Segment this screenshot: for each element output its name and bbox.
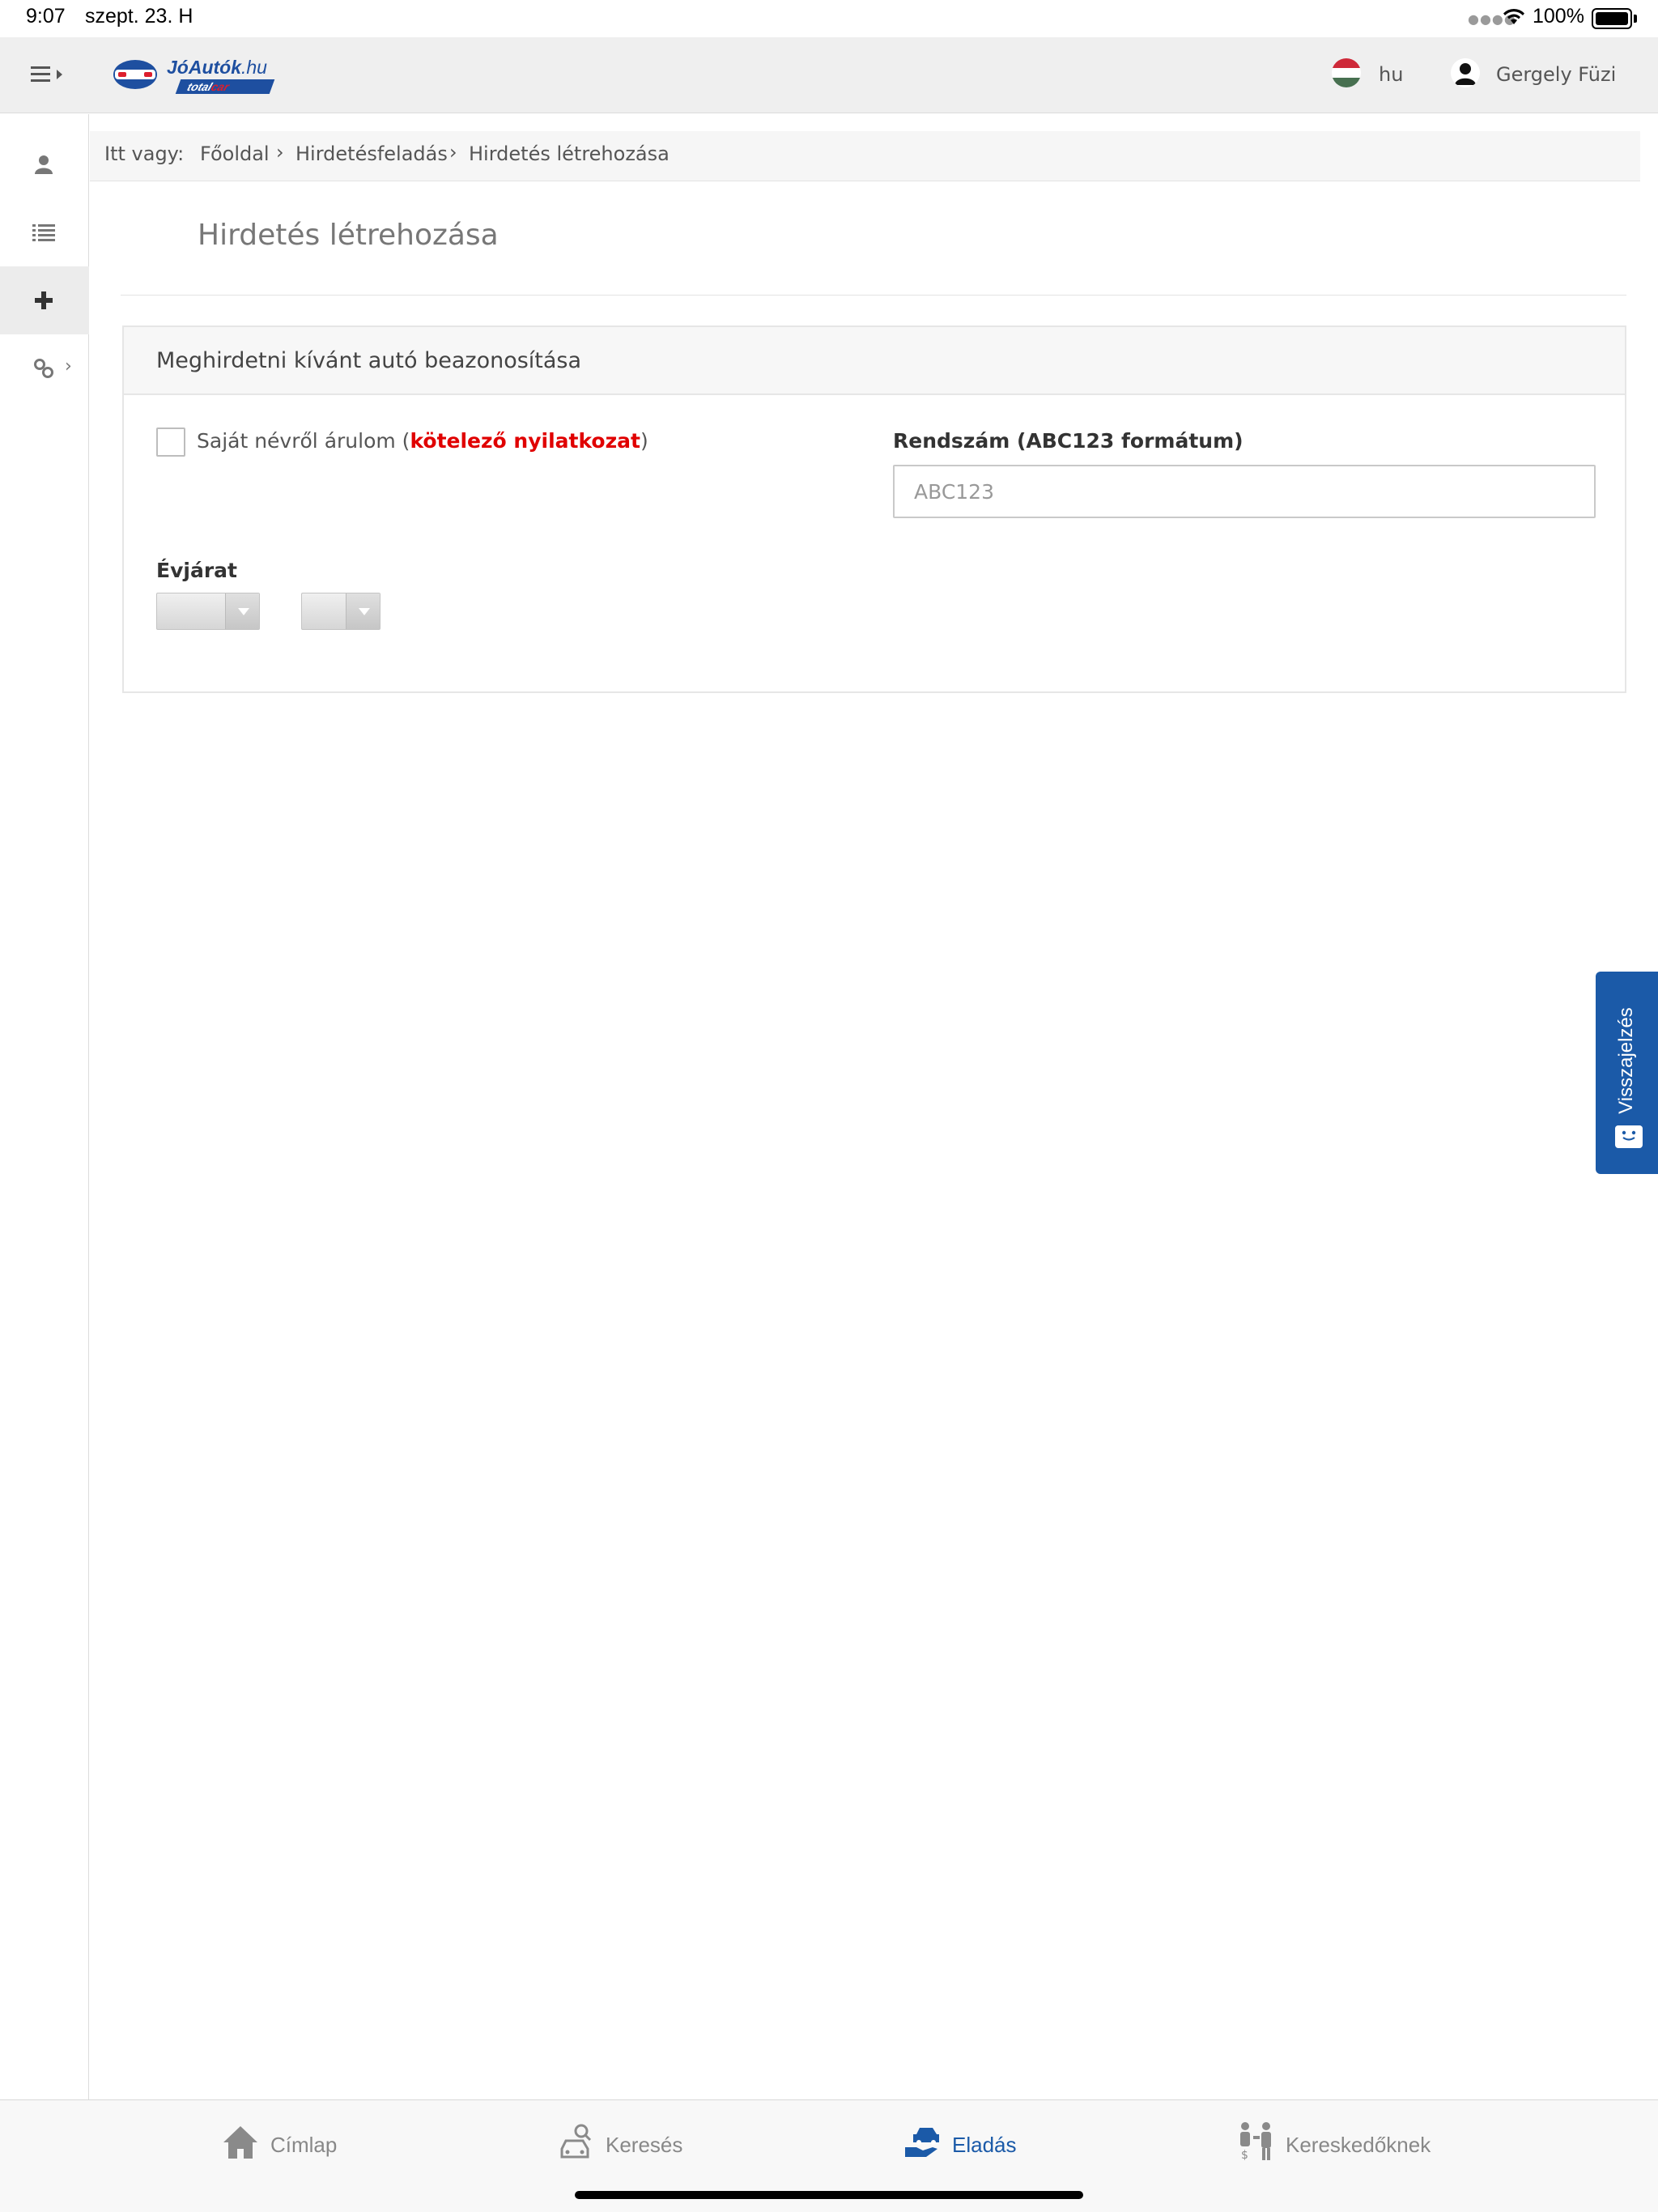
plate-label: Rendszám (ABC123 formátum) [893, 429, 1244, 453]
home-icon [223, 2126, 257, 2159]
chevron-down-icon [225, 593, 259, 629]
wifi-icon [1503, 8, 1524, 24]
sidebar-item-list[interactable] [0, 198, 89, 266]
year-label: Évjárat [156, 559, 237, 582]
panel-header: Meghirdetni kívánt autó beazonosítása [124, 327, 1625, 395]
sidebar-item-links[interactable]: › [0, 334, 89, 402]
tab-home[interactable]: Címlap [222, 2121, 343, 2170]
logo-badge-icon [113, 60, 157, 89]
list-icon [32, 224, 55, 241]
chevron-right-icon: › [276, 141, 284, 164]
month-select[interactable] [301, 593, 380, 630]
battery-percent: 100% [1533, 5, 1584, 28]
logo-text: JóAutók.hu [167, 57, 267, 78]
status-time: 9:07 [26, 5, 66, 28]
tab-sell-label: Eladás [952, 2133, 1017, 2157]
breadcrumb: Itt vagy: Főoldal › Hirdetésfeladás › Hi… [90, 131, 1640, 181]
divider [121, 295, 1626, 296]
logo-subtext: totalcar [175, 79, 275, 94]
breadcrumb-prefix: Itt vagy: [104, 143, 185, 165]
menu-toggle-button[interactable] [31, 63, 66, 87]
sidebar-item-profile[interactable] [0, 130, 89, 198]
battery-icon [1592, 8, 1632, 29]
required-declaration-link[interactable]: kötelező nyilatkozat [410, 429, 640, 453]
hungarian-flag-icon [1332, 58, 1361, 87]
dealer-icon: $ [1240, 2122, 1271, 2162]
top-header: JóAutók.hu totalcar hu Gergely Füzi [0, 37, 1658, 113]
link-icon [34, 359, 53, 378]
chevron-down-icon [346, 593, 380, 629]
tab-dealers[interactable]: $ Kereskedőknek [1237, 2121, 1439, 2170]
svg-text:$: $ [1241, 2149, 1248, 2162]
breadcrumb-item-home[interactable]: Főoldal [200, 143, 270, 165]
year-select[interactable] [156, 593, 260, 630]
breadcrumb-item-ad-posting[interactable]: Hirdetésfeladás [295, 143, 448, 165]
page-title: Hirdetés létrehozása [198, 219, 499, 252]
panel-title: Meghirdetni kívánt autó beazonosítása [156, 348, 582, 373]
sidebar-item-create[interactable] [0, 266, 89, 334]
smiley-chat-icon [1615, 1125, 1643, 1148]
plus-icon [35, 291, 53, 309]
own-name-checkbox[interactable] [156, 428, 185, 457]
car-search-icon [560, 2124, 592, 2159]
user-icon [35, 155, 53, 174]
tab-search-label: Keresés [606, 2133, 683, 2157]
status-date: szept. 23. H [85, 5, 193, 28]
tab-sell[interactable]: Eladás [903, 2121, 1033, 2170]
plate-input[interactable] [893, 465, 1596, 518]
chevron-right-icon: › [449, 141, 457, 164]
left-sidebar: › [0, 114, 89, 2099]
language-label: hu [1379, 63, 1404, 86]
status-bar: 9:07 szept. 23. H ●●●● 100% [0, 0, 1658, 37]
chevron-right-icon: › [65, 356, 72, 376]
user-name: Gergely Füzi [1496, 63, 1617, 86]
home-indicator[interactable] [575, 2191, 1083, 2199]
feedback-tab[interactable]: Visszajelzés [1596, 972, 1658, 1174]
breadcrumb-item-current: Hirdetés létrehozása [469, 143, 670, 165]
tab-dealers-label: Kereskedőknek [1286, 2133, 1431, 2157]
own-name-checkbox-label[interactable]: Saját névről árulom (kötelező nyilatkoza… [197, 429, 648, 453]
tab-search[interactable]: Keresés [559, 2121, 696, 2170]
site-logo[interactable]: JóAutók.hu totalcar [112, 57, 275, 97]
user-avatar-icon [1451, 58, 1480, 87]
car-sell-icon [905, 2128, 939, 2157]
feedback-label: Visszajelzés [1615, 1007, 1637, 1114]
tab-home-label: Címlap [270, 2133, 338, 2157]
car-identification-panel: Meghirdetni kívánt autó beazonosítása Sa… [122, 325, 1626, 693]
